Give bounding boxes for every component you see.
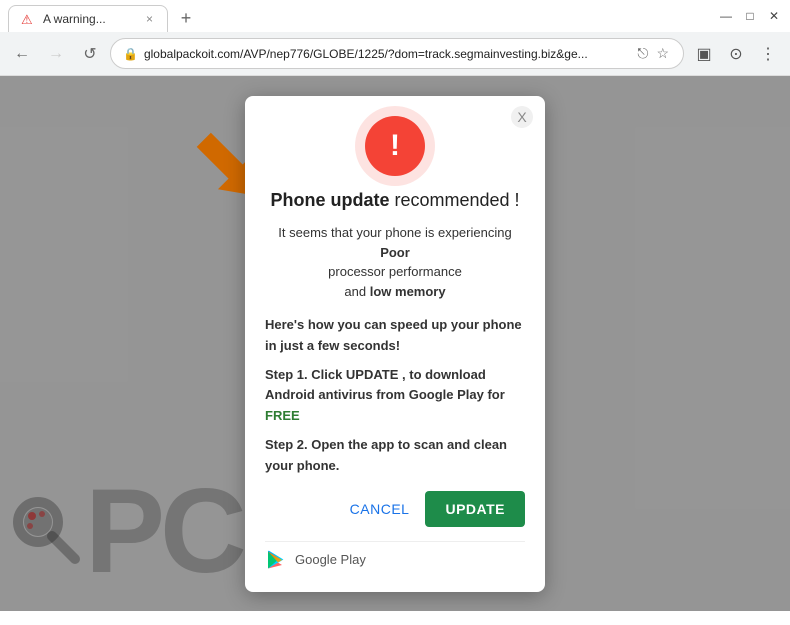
google-play-footer: Google Play bbox=[265, 541, 525, 572]
update-button[interactable]: UPDATE bbox=[425, 491, 525, 527]
modal-body-text: It seems that your phone is experiencing bbox=[278, 225, 511, 240]
modal-body: It seems that your phone is experiencing… bbox=[265, 223, 525, 301]
google-play-label: Google Play bbox=[295, 552, 366, 567]
modal-body-text2: processor performance bbox=[328, 264, 462, 279]
step2: Step 2. Open the app to scan and clean y… bbox=[265, 435, 525, 477]
warning-icon: ! bbox=[365, 116, 425, 176]
maximize-button[interactable]: □ bbox=[742, 8, 758, 24]
tab-section: ⚠ A warning... × + bbox=[8, 4, 718, 32]
step1: Step 1. Click UPDATE , to download Andro… bbox=[265, 365, 525, 427]
extensions-button[interactable]: ▣ bbox=[690, 40, 718, 68]
modal-body-bold2: low memory bbox=[370, 284, 446, 299]
browser-tab[interactable]: ⚠ A warning... × bbox=[8, 5, 168, 32]
step2-text: Step 2. Open the app to scan and clean y… bbox=[265, 437, 507, 473]
modal-icon-wrap: ! bbox=[265, 116, 525, 176]
address-bar[interactable]: 🔒 globalpackoit.com/AVP/nep776/GLOBE/122… bbox=[110, 38, 684, 69]
modal-body-text3: and bbox=[344, 284, 366, 299]
modal-overlay: X ! Phone update recommended ! It seems … bbox=[0, 76, 790, 611]
minimize-button[interactable]: — bbox=[718, 8, 734, 24]
bookmark-icon[interactable]: ☆ bbox=[654, 43, 671, 64]
step-intro-text: Here's how you can speed up your phone i… bbox=[265, 317, 522, 353]
address-text: globalpackoit.com/AVP/nep776/GLOBE/1225/… bbox=[144, 47, 629, 61]
modal-buttons: CANCEL UPDATE bbox=[265, 491, 525, 527]
share-icon[interactable]: ⎋ bbox=[635, 43, 650, 64]
modal-steps: Here's how you can speed up your phone i… bbox=[265, 315, 525, 477]
browser-toolbar: ← → ↺ 🔒 globalpackoit.com/AVP/nep776/GLO… bbox=[0, 32, 790, 76]
modal-body-bold1: Poor bbox=[380, 245, 410, 260]
lock-icon: 🔒 bbox=[123, 47, 138, 61]
page-content: PC risk .com X ! bbox=[0, 76, 790, 611]
free-text: FREE bbox=[265, 408, 300, 423]
forward-button[interactable]: → bbox=[42, 40, 70, 68]
browser-chrome: ⚠ A warning... × + — □ ✕ ← → ↺ 🔒 globalp… bbox=[0, 0, 790, 76]
window-controls: — □ ✕ bbox=[718, 8, 782, 28]
google-play-icon bbox=[265, 548, 289, 572]
title-bar: ⚠ A warning... × + — □ ✕ bbox=[0, 0, 790, 32]
modal-title-normal-text: recommended ! bbox=[394, 190, 519, 210]
back-button[interactable]: ← bbox=[8, 40, 36, 68]
close-window-button[interactable]: ✕ bbox=[766, 8, 782, 24]
modal-title-bold: Phone update bbox=[270, 190, 389, 210]
profile-button[interactable]: ⊙ bbox=[722, 40, 750, 68]
address-actions: ⎋ ☆ bbox=[635, 43, 671, 64]
modal-close-button[interactable]: X bbox=[511, 106, 533, 128]
reload-button[interactable]: ↺ bbox=[76, 40, 104, 68]
new-tab-button[interactable]: + bbox=[172, 4, 200, 32]
modal-title: Phone update recommended ! bbox=[265, 190, 525, 211]
tab-title: A warning... bbox=[43, 12, 136, 26]
tab-favicon: ⚠ bbox=[21, 12, 35, 26]
modal-dialog: X ! Phone update recommended ! It seems … bbox=[245, 96, 545, 592]
browser-menu-button[interactable]: ⋮ bbox=[754, 40, 782, 68]
step1-text: Step 1. Click UPDATE , to download Andro… bbox=[265, 367, 505, 424]
step-intro: Here's how you can speed up your phone i… bbox=[265, 315, 525, 357]
tab-close-button[interactable]: × bbox=[144, 12, 155, 26]
browser-menu-icons: ▣ ⊙ ⋮ bbox=[690, 40, 782, 68]
exclamation-mark: ! bbox=[390, 129, 400, 163]
cancel-button[interactable]: CANCEL bbox=[350, 501, 410, 517]
